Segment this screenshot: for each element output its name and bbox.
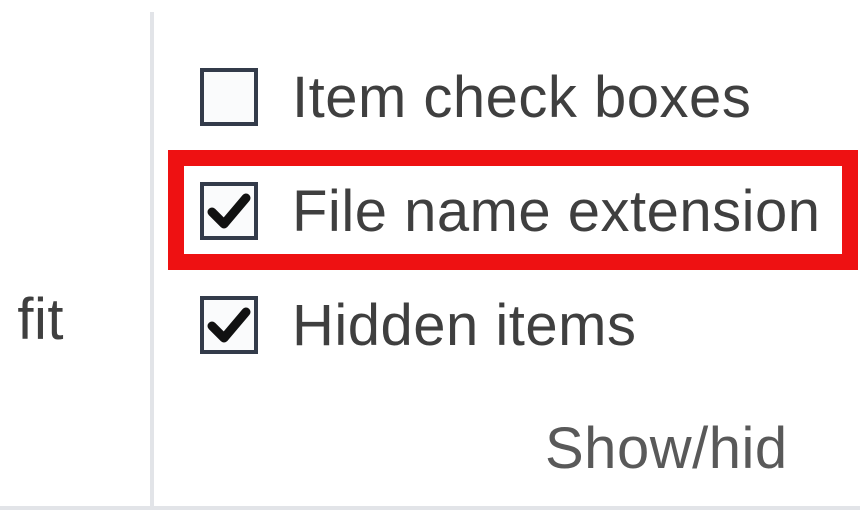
- option-hidden-items[interactable]: Hidden items: [200, 286, 636, 364]
- prev-group-label-fragment: o fit: [0, 286, 64, 353]
- option-label: File name extension: [292, 178, 821, 245]
- group-separator: [150, 12, 154, 506]
- option-item-check-boxes[interactable]: Item check boxes: [200, 58, 751, 136]
- option-file-name-extensions[interactable]: File name extension: [200, 172, 821, 250]
- checkbox-item-check-boxes[interactable]: [200, 68, 258, 126]
- checkbox-file-name-extensions[interactable]: [200, 182, 258, 240]
- checkmark-icon: [206, 302, 252, 348]
- option-label: Item check boxes: [292, 64, 751, 131]
- ribbon-fragment: o fit Item check boxes File name extensi…: [0, 0, 860, 520]
- ribbon-bottom-border: [0, 506, 860, 510]
- group-name-show-hide: Show/hid: [545, 415, 788, 482]
- option-label: Hidden items: [292, 292, 636, 359]
- checkmark-icon: [206, 188, 252, 234]
- checkbox-hidden-items[interactable]: [200, 296, 258, 354]
